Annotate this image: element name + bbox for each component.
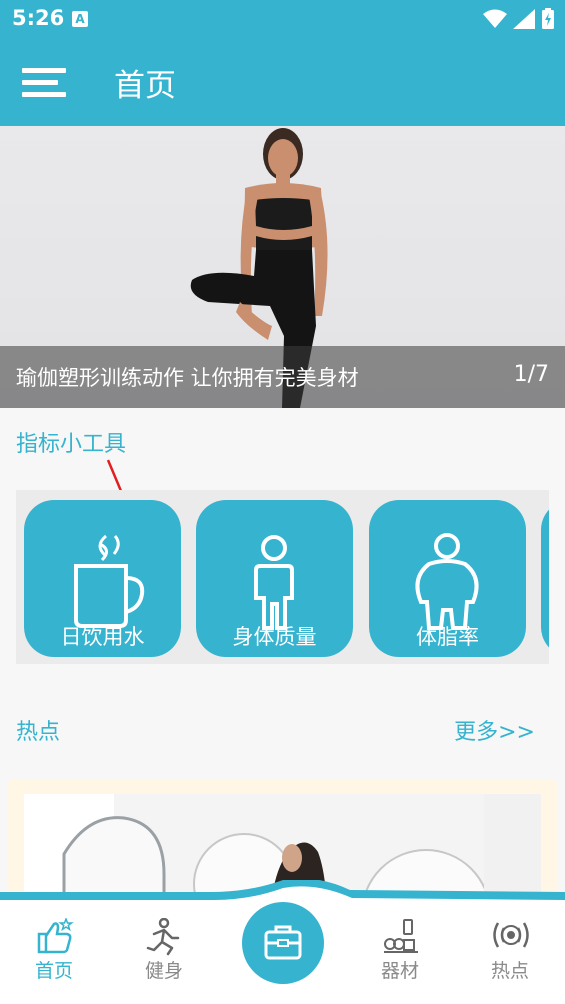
notification-badge: A: [72, 11, 88, 27]
person-icon: [254, 535, 294, 630]
signal-icon: [513, 9, 535, 29]
broadcast-icon: [493, 922, 529, 948]
tool-label-water: 日饮用水: [60, 625, 145, 649]
hot-section-title: 热点: [16, 720, 61, 745]
nav-item-hot[interactable]: 热点: [470, 914, 550, 1004]
more-link[interactable]: 更多>>: [454, 714, 535, 746]
banner-carousel[interactable]: 瑜伽塑形训练动作 让你拥有完美身材 1/7: [0, 126, 565, 408]
nav-item-home[interactable]: 首页: [14, 914, 94, 1004]
menu-icon[interactable]: [22, 66, 68, 98]
tool-label-body-fat: 体脂率: [416, 625, 479, 649]
system-icons: [483, 6, 555, 32]
toolbox-button[interactable]: [242, 902, 324, 984]
cup-icon: [74, 534, 145, 628]
tool-card-partial[interactable]: [541, 500, 549, 657]
tools-carousel[interactable]: 日饮用水 身体质量 体脂率: [16, 490, 549, 664]
nav-label-hot: 热点: [490, 960, 529, 982]
tool-label-bmi: 身体质量: [232, 625, 317, 649]
tool-card-water[interactable]: 日饮用水: [24, 500, 181, 657]
nav-label-home: 首页: [34, 960, 73, 982]
banner-caption-bar: 瑜伽塑形训练动作 让你拥有完美身材 1/7: [0, 346, 565, 408]
tools-section-title: 指标小工具: [16, 432, 127, 457]
runner-icon: [146, 918, 180, 956]
battery-icon: [542, 8, 554, 29]
tool-card-bmi[interactable]: 身体质量: [196, 500, 353, 657]
equipment-icon: [384, 919, 418, 953]
status-time: 5:26: [12, 6, 65, 30]
bottom-navigation: 首页 健身 器材 热点: [0, 880, 565, 1004]
banner-pager: 1/7: [513, 362, 549, 387]
nav-label-equipment: 器材: [380, 960, 419, 982]
nav-item-fitness[interactable]: 健身: [124, 914, 204, 1004]
banner-caption: 瑜伽塑形训练动作 让你拥有完美身材: [16, 366, 359, 390]
toolbox-icon: [264, 925, 302, 960]
app-bar: 首页: [0, 38, 565, 126]
wifi-icon: [483, 9, 507, 28]
nav-label-fitness: 健身: [144, 960, 183, 982]
status-bar: 5:26 A: [0, 0, 565, 38]
page-title: 首页: [114, 68, 176, 104]
tool-card-body-fat[interactable]: 体脂率: [369, 500, 526, 657]
body-fat-icon: [415, 533, 479, 630]
thumbs-up-icon: [37, 918, 74, 954]
nav-item-equipment[interactable]: 器材: [360, 914, 440, 1004]
